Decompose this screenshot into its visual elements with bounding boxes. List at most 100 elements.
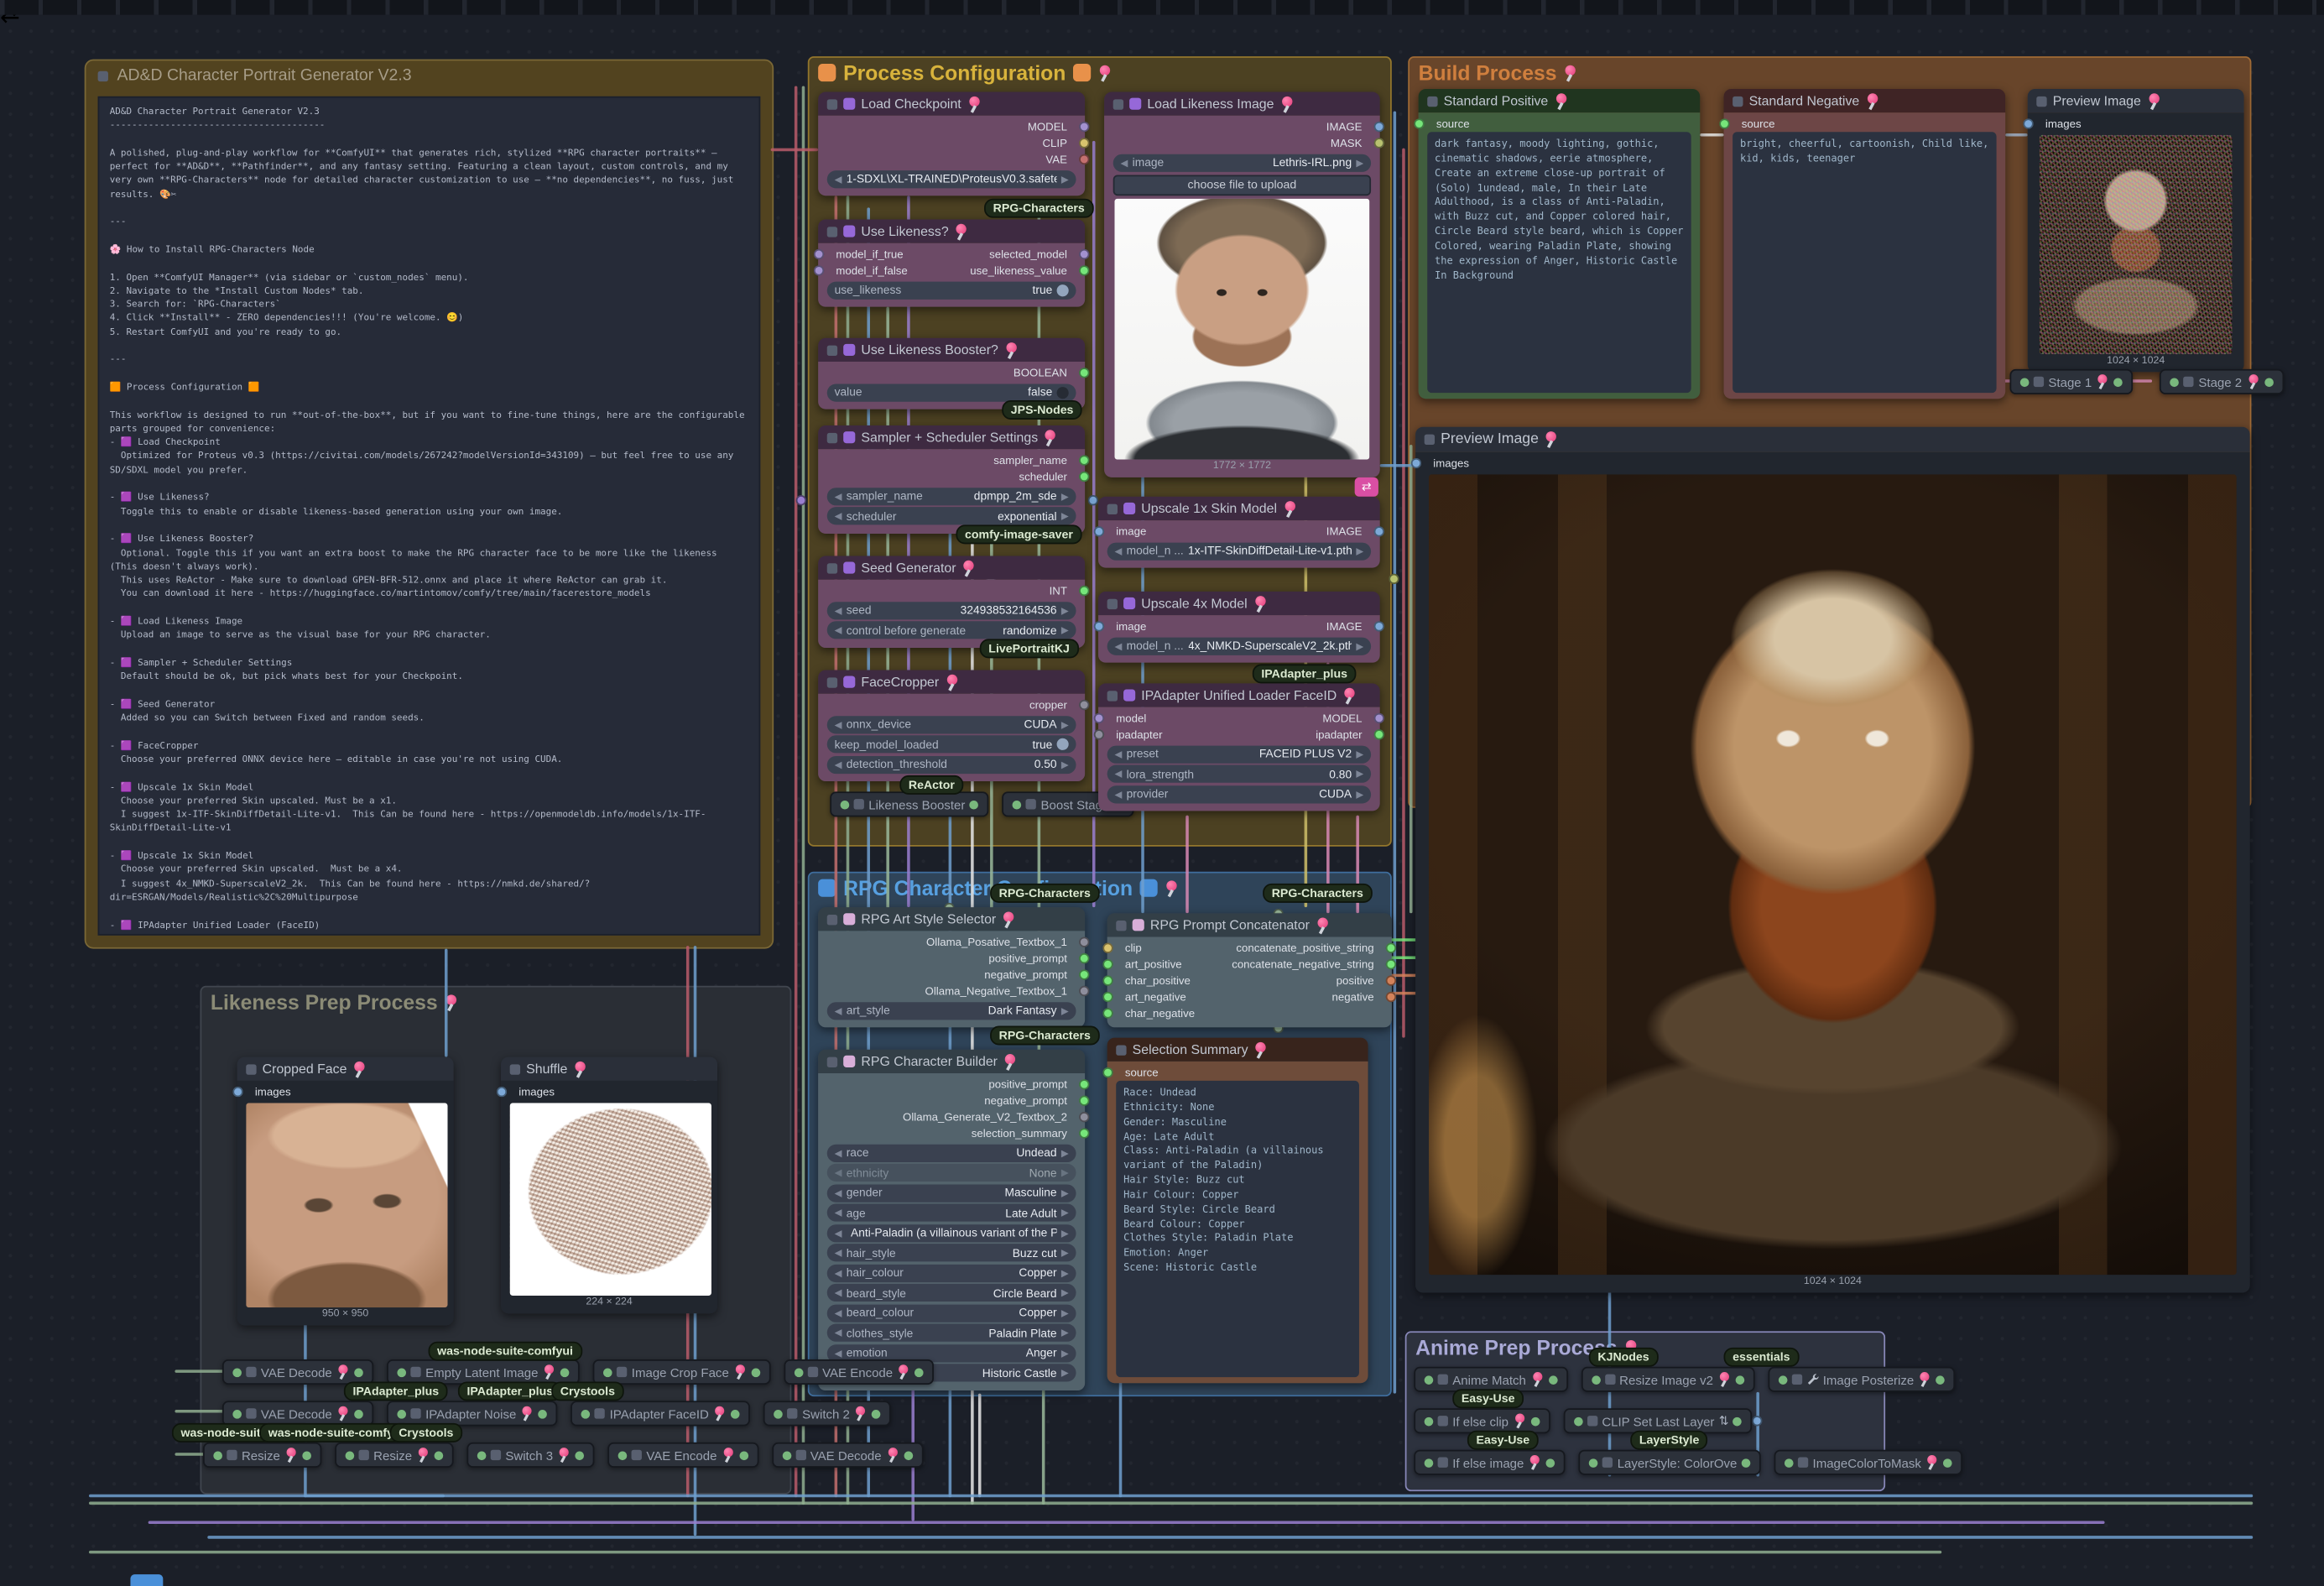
- combo-right-arrow-icon[interactable]: ▶: [1061, 604, 1069, 616]
- port-dot[interactable]: [1079, 699, 1090, 711]
- port-dot[interactable]: [1373, 526, 1384, 537]
- collapse-square[interactable]: [826, 226, 838, 237]
- combo-right-arrow-icon[interactable]: ▶: [1356, 748, 1363, 759]
- node-header[interactable]: RPG Character Builder: [818, 1049, 1086, 1074]
- port-dot[interactable]: [872, 1409, 882, 1418]
- collapse-square[interactable]: [826, 344, 838, 356]
- selection-summary-textarea[interactable]: Race: Undead Ethnicity: None Gender: Mas…: [1116, 1080, 1359, 1378]
- port-dot[interactable]: [2023, 118, 2034, 129]
- node-header[interactable]: Shuffle: [501, 1056, 718, 1081]
- combo-left-arrow-icon[interactable]: ◀: [835, 1227, 842, 1239]
- collapse-square[interactable]: [1437, 1457, 1448, 1468]
- combo-widget[interactable]: ◀ ethnicity None ▶: [826, 1163, 1076, 1182]
- collapse-square[interactable]: [1424, 434, 1436, 445]
- collapse-square[interactable]: [490, 1449, 502, 1461]
- collapse-square[interactable]: [617, 1366, 628, 1378]
- node-load-checkpoint[interactable]: Load Checkpoint MODEL CLIP VAE ◀ 1-SDXL\XL-…: [818, 91, 1090, 196]
- collapsed-reroute-node[interactable]: ⇄: [1354, 477, 1378, 497]
- port-dot[interactable]: [1079, 969, 1090, 980]
- port-dot[interactable]: [840, 800, 850, 809]
- combo-left-arrow-icon[interactable]: ◀: [835, 1187, 842, 1198]
- collapse-square[interactable]: [1587, 1416, 1598, 1427]
- collapse-square[interactable]: [795, 1449, 806, 1461]
- port-dot[interactable]: [581, 1409, 591, 1418]
- combo-right-arrow-icon[interactable]: ▶: [1356, 545, 1363, 556]
- port-dot[interactable]: [1102, 1008, 1113, 1019]
- collapsed-node[interactable]: VAE Encode⇅: [784, 1359, 935, 1385]
- collapse-square[interactable]: [826, 914, 838, 925]
- combo-left-arrow-icon[interactable]: ◀: [835, 510, 842, 521]
- collapse-square[interactable]: [227, 1449, 237, 1461]
- combo-left-arrow-icon[interactable]: ◀: [835, 490, 842, 502]
- port-dot[interactable]: [1414, 118, 1425, 129]
- collapsed-node[interactable]: Resize Image v2⇅: [1581, 1366, 1755, 1392]
- node-seed-generator[interactable]: Seed Generator INT ◀ seed 324938532164536 ▶…: [818, 556, 1090, 648]
- combo-right-arrow-icon[interactable]: ▶: [1356, 768, 1363, 780]
- port-dot[interactable]: [1102, 958, 1113, 970]
- combo-right-arrow-icon[interactable]: ▶: [1061, 510, 1069, 521]
- collapsed-node[interactable]: Image Crop Face⇅: [592, 1359, 771, 1385]
- collapse-square[interactable]: [1107, 503, 1118, 514]
- collapse-square[interactable]: [1107, 597, 1118, 609]
- combo-widget[interactable]: ◀ race Undead ▶: [826, 1143, 1076, 1162]
- port-dot[interactable]: [1385, 958, 1397, 970]
- combo-left-arrow-icon[interactable]: ◀: [835, 718, 842, 730]
- art-style-combo[interactable]: ◀ art_style Dark Fantasy ▶: [826, 1001, 1076, 1020]
- collapse-square[interactable]: [509, 1063, 521, 1074]
- collapse-square[interactable]: [1427, 95, 1438, 107]
- node-header[interactable]: FaceCropper: [818, 670, 1086, 694]
- port-dot[interactable]: [575, 1450, 585, 1460]
- port-dot[interactable]: [496, 1086, 508, 1098]
- node-preview-image-stage[interactable]: Preview Image images 1024 × 1024: [2023, 88, 2244, 373]
- port-dot[interactable]: [1079, 952, 1090, 964]
- use-likeness-toggle[interactable]: use_likeness true: [826, 280, 1076, 299]
- combo-left-arrow-icon[interactable]: ◀: [1114, 748, 1122, 759]
- model-name-combo[interactable]: ◀ model_n ... 4x_NMKD-SuperscaleV2_2k.pth ▶: [1107, 636, 1372, 655]
- collapse-square[interactable]: [246, 1063, 257, 1074]
- port-dot[interactable]: [1079, 154, 1090, 165]
- combo-widget[interactable]: ◀ onnx_device CUDA ▶: [826, 715, 1076, 733]
- node-header[interactable]: Preview Image: [1415, 426, 2250, 452]
- combo-left-arrow-icon[interactable]: ◀: [835, 1146, 842, 1158]
- combo-right-arrow-icon[interactable]: ▶: [1061, 1347, 1069, 1359]
- port-dot[interactable]: [1093, 712, 1105, 724]
- combo-right-arrow-icon[interactable]: ▶: [1061, 1327, 1069, 1338]
- positive-prompt-textarea[interactable]: dark fantasy, moody lighting, gothic, ci…: [1427, 132, 1691, 394]
- node-upscale-4x[interactable]: Upscale 4x Model image IMAGE ◀ model_n ..…: [1093, 591, 1384, 663]
- collapsed-node[interactable]: Resize⇅: [335, 1442, 454, 1468]
- toggle-knob[interactable]: [1056, 386, 1069, 399]
- port-dot[interactable]: [914, 1367, 925, 1377]
- combo-left-arrow-icon[interactable]: ◀: [835, 1166, 842, 1178]
- combo-right-arrow-icon[interactable]: ▶: [1061, 718, 1069, 730]
- collapse-square[interactable]: [358, 1449, 369, 1461]
- collapse-square[interactable]: [246, 1408, 257, 1419]
- port-dot[interactable]: [617, 1450, 628, 1460]
- node-sampler-scheduler[interactable]: Sampler + Scheduler Settings sampler_nam…: [818, 425, 1090, 534]
- combo-left-arrow-icon[interactable]: ◀: [835, 1004, 842, 1016]
- negative-prompt-textarea[interactable]: bright, cheerful, cartoonish, Child like…: [1733, 132, 1997, 394]
- combo-widget[interactable]: ◀ sampler_name dpmpp_2m_sde ▶: [826, 487, 1076, 505]
- collapse-square[interactable]: [594, 1408, 606, 1419]
- node-header[interactable]: Load Checkpoint: [818, 91, 1086, 116]
- node-header[interactable]: Standard Positive: [1418, 88, 1701, 113]
- port-dot[interactable]: [2264, 377, 2274, 387]
- collapse-square[interactable]: [826, 676, 838, 687]
- node-preview-image-final[interactable]: Preview Image images 1024 × 1024: [1410, 426, 2250, 1293]
- collapsed-node[interactable]: VAE Decode⇅: [221, 1359, 374, 1385]
- combo-left-arrow-icon[interactable]: ◀: [1114, 639, 1122, 651]
- port-dot[interactable]: [560, 1367, 570, 1377]
- collapsed-node[interactable]: If else image⇅: [1414, 1449, 1566, 1475]
- node-header[interactable]: Upscale 4x Model: [1098, 591, 1380, 616]
- toggle-knob[interactable]: [1056, 738, 1069, 750]
- port-dot[interactable]: [1079, 985, 1090, 997]
- combo-widget[interactable]: ◀keep_model_loadedtrue▶: [826, 735, 1076, 754]
- port-dot[interactable]: [969, 800, 979, 809]
- collapse-square[interactable]: [1797, 1457, 1809, 1468]
- port-dot[interactable]: [1385, 975, 1397, 986]
- node-use-likeness[interactable]: Use Likeness? model_if_true model_if_fals…: [813, 219, 1090, 307]
- combo-widget[interactable]: ◀ hair_style Buzz cut ▶: [826, 1244, 1076, 1262]
- node-header[interactable]: RPG Art Style Selector: [818, 907, 1086, 931]
- collapsed-node[interactable]: VAE Decode⇅: [771, 1442, 924, 1468]
- combo-right-arrow-icon[interactable]: ▶: [1061, 1146, 1069, 1158]
- collapse-square[interactable]: [631, 1449, 643, 1461]
